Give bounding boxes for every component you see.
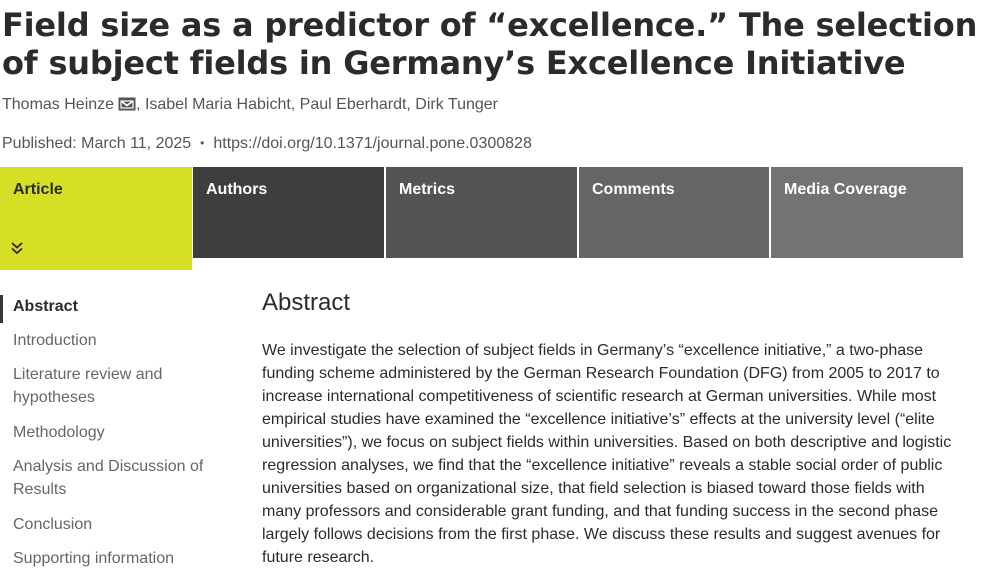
author-name[interactable]: Thomas Heinze [2,96,114,113]
sidebar-item-introduction[interactable]: Introduction [0,329,213,352]
sidebar-item-literature-review[interactable]: Literature review and hypotheses [0,363,213,409]
tab-label: Authors [206,181,268,198]
tab-article[interactable]: Article [0,167,192,270]
tab-comments[interactable]: Comments [579,167,769,258]
tab-label: Comments [592,181,675,198]
email-icon[interactable] [118,97,136,111]
tab-label: Metrics [399,181,456,198]
tab-authors[interactable]: Authors [193,167,384,258]
tab-label: Article [13,181,63,198]
abstract-text: We investigate the selection of subject … [262,342,952,566]
sidebar-item-analysis[interactable]: Analysis and Discussion of Results [0,455,213,501]
sidebar-item-methodology[interactable]: Methodology [0,421,213,444]
author-separator: , [290,96,300,113]
author-separator: , [406,96,416,113]
sidebar-item-abstract[interactable]: Abstract [0,295,213,323]
publication-info: Published: March 11, 2025 • https://doi.or… [2,133,532,154]
published-date: Published: March 11, 2025 [2,135,192,152]
author-list: Thomas Heinze, Isabel Maria Habicht, Pau… [2,95,498,115]
tab-metrics[interactable]: Metrics [386,167,577,258]
sidebar-item-supporting-information[interactable]: Supporting information [0,547,213,570]
article-title: Field size as a predictor of “excellence… [2,6,978,82]
tab-label: Media Coverage [784,181,907,198]
abstract-heading: Abstract [262,289,351,316]
author-name[interactable]: Paul Eberhardt [300,96,407,113]
article-tabs: Article Authors Metrics Comments Media C… [0,167,963,270]
sidebar-item-conclusion[interactable]: Conclusion [0,513,213,536]
double-chevron-down-icon[interactable] [10,241,24,255]
author-name[interactable]: Isabel Maria Habicht [145,96,291,113]
author-separator: , [136,96,145,113]
author-name[interactable]: Dirk Tunger [415,96,498,113]
bullet-separator: • [200,136,205,150]
tab-media-coverage[interactable]: Media Coverage [771,167,963,258]
doi-link[interactable]: https://doi.org/10.1371/journal.pone.030… [213,135,531,152]
